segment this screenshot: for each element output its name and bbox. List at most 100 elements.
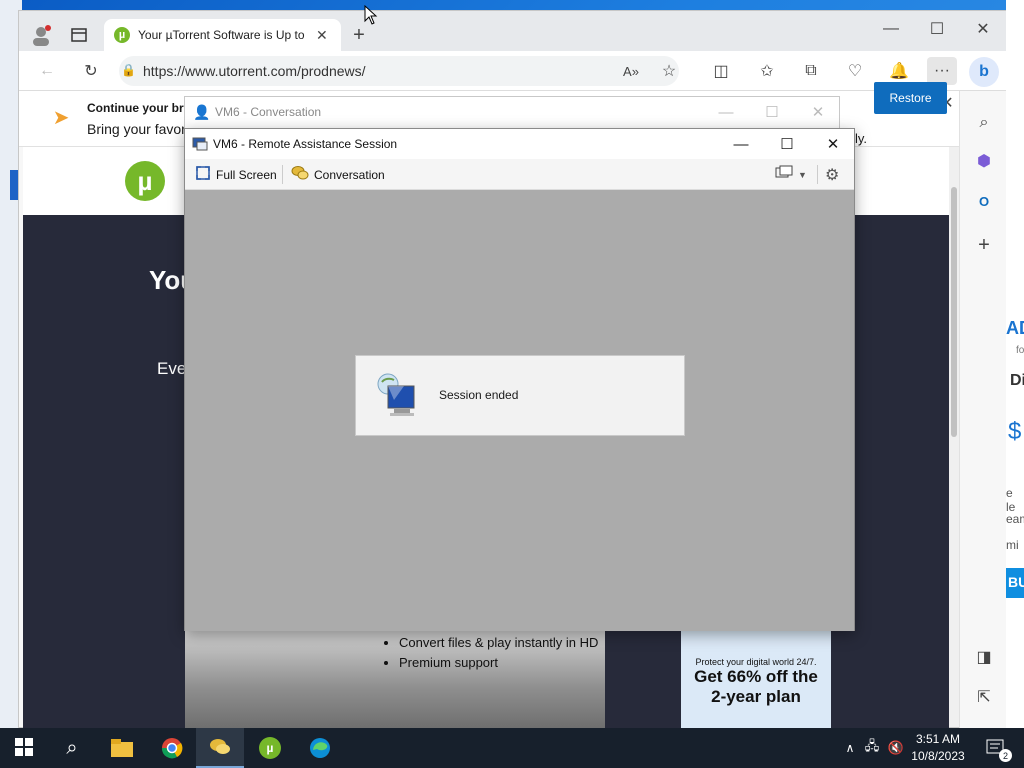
back-icon[interactable]: ← — [35, 59, 59, 83]
utorrent-logo[interactable]: µ — [125, 161, 165, 201]
open-external-icon[interactable]: ⇱ — [972, 685, 996, 709]
search-icon[interactable]: ⌕ — [972, 111, 996, 135]
dropdown-caret-icon: ▼ — [798, 169, 807, 180]
minimize-button[interactable]: — — [879, 17, 903, 41]
profile-icon[interactable] — [29, 23, 53, 47]
mouse-cursor-icon — [364, 4, 378, 28]
address-bar[interactable]: 🔒 https://www.utorrent.com/prodnews/ — [119, 56, 679, 86]
paper-plane-icon: ➤ — [52, 106, 70, 129]
outlook-icon[interactable]: O — [972, 189, 996, 213]
monitors-icon — [775, 165, 793, 184]
side-ad-buy-button[interactable]: BU — [1006, 568, 1024, 598]
settings-button[interactable]: ⚙ — [825, 165, 839, 185]
side-ad-text: mi — [1006, 538, 1019, 552]
tab-actions-icon[interactable] — [67, 23, 91, 47]
settings-gear-icon: ⚙ — [825, 167, 840, 184]
full-screen-label: Full Screen — [216, 167, 277, 182]
windows-logo-icon — [15, 737, 33, 759]
tab-utorrent[interactable]: µ Your µTorrent Software is Up to D ✕ — [104, 19, 341, 51]
copilot-shapes-icon[interactable]: ⬢ — [972, 149, 996, 173]
session-ended-panel: Session ended — [355, 355, 685, 436]
ra-title: VM6 - Remote Assistance Session — [213, 137, 398, 151]
conversation-user-icon: 👤 — [193, 104, 211, 120]
system-clock[interactable]: 3:51 AM 10/8/2023 — [896, 731, 980, 765]
taskbar: ⌕ µ ∧ 🖧 🔇 3:51 AM 10/8/2023 2 — [0, 728, 1024, 768]
action-center-icon[interactable]: 2 — [984, 736, 1012, 762]
edge-taskbar-icon[interactable] — [296, 728, 344, 768]
side-ad-text: fo — [1016, 345, 1024, 356]
banner-title: Continue your bro — [87, 101, 191, 115]
display-options-button[interactable]: ▼ — [775, 165, 807, 184]
remote-assistance-app-icon — [192, 136, 208, 155]
hero-subtitle: Eve — [157, 359, 187, 378]
network-icon[interactable]: 🖧 — [860, 736, 884, 760]
remote-desktop-area[interactable]: Session ended — [185, 190, 854, 631]
start-button[interactable] — [0, 728, 48, 768]
feature-item: Premium support — [399, 653, 598, 673]
address-row: ← ↻ 🔒 https://www.utorrent.com/prodnews/… — [19, 51, 1007, 91]
promo-ad[interactable]: Protect your digital world 24/7. Get 66%… — [681, 625, 831, 729]
remote-assistance-taskbar-icon[interactable] — [196, 728, 244, 768]
hide-sidebar-icon[interactable]: ◨ — [972, 645, 996, 669]
close-button[interactable]: ✕ — [971, 17, 995, 41]
side-ad-text: $ — [1008, 418, 1022, 445]
side-ad-text: AD — [1006, 318, 1024, 338]
conv-minimize-button[interactable]: — — [703, 97, 749, 127]
settings-more-icon[interactable]: ··· — [927, 57, 957, 85]
add-sidebar-icon[interactable]: + — [972, 233, 996, 257]
clock-date: 10/8/2023 — [911, 749, 965, 763]
notification-count-badge: 2 — [999, 749, 1012, 762]
conversation-button[interactable]: Conversation — [291, 165, 385, 184]
conversation-window[interactable]: 👤 VM6 - Conversation — ☐ ✕ — [184, 96, 840, 130]
restore-button[interactable]: Restore — [874, 82, 947, 114]
favorite-star-icon[interactable]: ☆ — [657, 59, 681, 83]
collections-icon[interactable]: ⧉ — [799, 59, 823, 83]
side-ad-text: e le — [1006, 486, 1016, 514]
utorrent-taskbar-icon[interactable]: µ — [246, 728, 294, 768]
conversation-bubbles-icon — [291, 165, 309, 184]
feature-list: Convert files & play instantly in HD Pre… — [385, 633, 598, 673]
read-aloud-icon[interactable]: A» — [619, 59, 643, 83]
chrome-icon[interactable] — [148, 728, 196, 768]
lock-icon: 🔒 — [121, 63, 136, 77]
split-screen-icon[interactable]: ◫ — [709, 59, 733, 83]
toolbar-divider — [282, 165, 283, 184]
page-scrollbar[interactable] — [949, 147, 959, 727]
edge-sidebar: ⌕ ⬢ O + ◨ ⇱ ⚙ — [959, 91, 1007, 744]
full-screen-button[interactable]: Full Screen — [195, 165, 277, 184]
feature-item: Convert files & play instantly in HD — [399, 633, 598, 653]
conv-close-button[interactable]: ✕ — [795, 97, 841, 127]
maximize-button[interactable]: ☐ — [925, 17, 949, 41]
banner-text: Bring your favor — [87, 121, 186, 137]
session-status-message: Session ended — [439, 388, 519, 402]
tab-bar: µ Your µTorrent Software is Up to D ✕ + … — [19, 11, 1007, 51]
conversation-label: Conversation — [314, 167, 385, 182]
side-ad-text: Di — [1010, 372, 1024, 389]
notifications-bell-icon[interactable]: 🔔 — [887, 59, 911, 83]
tab-close-icon[interactable]: ✕ — [316, 27, 328, 44]
utorrent-favicon-icon: µ — [114, 27, 130, 43]
refresh-icon[interactable]: ↻ — [79, 59, 103, 83]
url-text: https://www.utorrent.com/prodnews/ — [143, 63, 366, 79]
ad-offer-line2: 2-year plan — [711, 687, 801, 706]
tab-title: Your µTorrent Software is Up to D — [138, 28, 308, 42]
remote-computer-icon — [374, 370, 420, 423]
conv-maximize-button[interactable]: ☐ — [749, 97, 795, 127]
ra-titlebar[interactable]: VM6 - Remote Assistance Session — ☐ ✕ — [185, 129, 854, 159]
side-ad-text: eam — [1006, 512, 1024, 526]
remote-assistance-window: VM6 - Remote Assistance Session — ☐ ✕ Fu… — [184, 128, 855, 631]
favorites-icon[interactable]: ✩ — [755, 59, 779, 83]
taskbar-search-icon[interactable]: ⌕ — [48, 728, 96, 768]
banner-trailing-text: ly. — [855, 131, 868, 146]
ra-minimize-button[interactable]: — — [718, 129, 764, 159]
file-explorer-icon[interactable] — [98, 728, 146, 768]
full-screen-icon — [195, 165, 211, 184]
ra-close-button[interactable]: ✕ — [810, 129, 856, 159]
toolbar-divider — [817, 165, 818, 184]
ra-maximize-button[interactable]: ☐ — [764, 129, 810, 159]
ra-toolbar: Full Screen Conversation ▼ ⚙ — [185, 159, 854, 190]
browser-essentials-icon[interactable]: ♡ — [843, 59, 867, 83]
show-hidden-icons-icon[interactable]: ∧ — [838, 736, 862, 760]
bing-copilot-icon[interactable]: b — [969, 57, 999, 87]
conversation-title: VM6 - Conversation — [215, 105, 322, 119]
